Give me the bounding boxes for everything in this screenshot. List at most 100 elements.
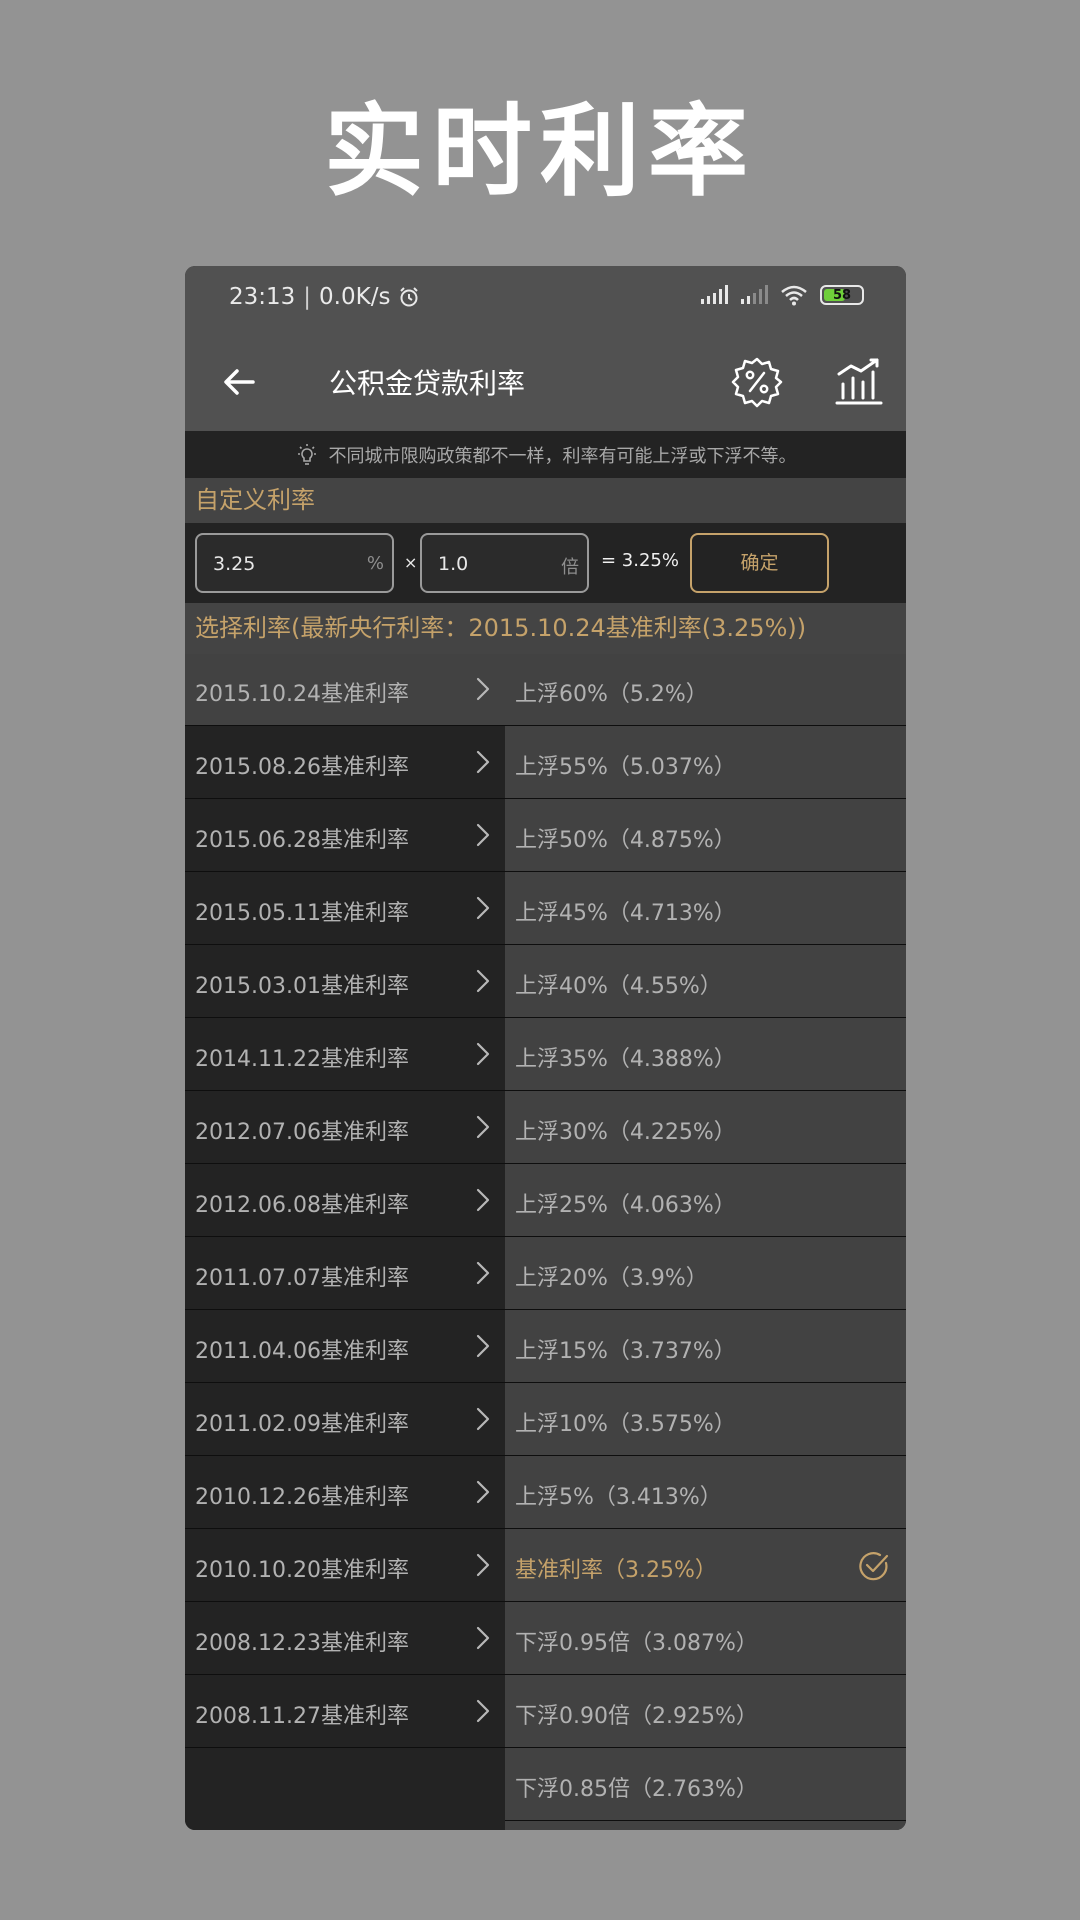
rate-option-label: 下浮0.90倍（2.925%）	[515, 1704, 758, 1729]
chevron-right-icon	[476, 1553, 490, 1577]
rate-option-label: 上浮15%（3.737%）	[515, 1339, 736, 1364]
rate-option-label: 上浮40%（4.55%）	[515, 974, 722, 999]
chevron-right-icon	[476, 823, 490, 847]
chevron-right-icon	[476, 1261, 490, 1285]
chevron-right-icon	[476, 1699, 490, 1723]
date-list-item[interactable]: 2015.10.24基准利率	[185, 654, 505, 726]
signal-icon	[701, 285, 728, 304]
date-label: 2011.02.09基准利率	[195, 1412, 409, 1437]
option-list: 上浮60%（5.2%） 上浮55%（5.037%） 上浮50%（4.875%） 上浮4…	[505, 654, 906, 1830]
tip-bar: 不同城市限购政策都不一样，利率有可能上浮或下浮不等。	[185, 431, 906, 478]
rate-option-item[interactable]: 上浮10%（3.575%）	[505, 1384, 906, 1456]
rate-option-label: 上浮35%（4.388%）	[515, 1047, 736, 1072]
date-list-item[interactable]: 2010.10.20基准利率	[185, 1530, 505, 1602]
rate-option-item[interactable]: 上浮55%（5.037%）	[505, 727, 906, 799]
rate-option-item[interactable]: 上浮20%（3.9%）	[505, 1238, 906, 1310]
date-list-item[interactable]: 2011.04.06基准利率	[185, 1311, 505, 1383]
date-list-item[interactable]: 2008.12.23基准利率	[185, 1603, 505, 1675]
date-label: 2012.06.08基准利率	[195, 1193, 409, 1218]
rate-option-label: 上浮45%（4.713%）	[515, 901, 736, 926]
page-title: 公积金贷款利率	[329, 367, 526, 400]
date-list-item[interactable]: 2011.02.09基准利率	[185, 1384, 505, 1456]
date-list-item[interactable]: 2015.05.11基准利率	[185, 873, 505, 945]
rate-option-item[interactable]: 下浮0.80倍（2.6%）	[505, 1822, 906, 1830]
rate-option-item[interactable]: 上浮25%（4.063%）	[505, 1165, 906, 1237]
rate-option-item[interactable]: 上浮50%（4.875%）	[505, 800, 906, 872]
rate-option-label: 上浮10%（3.575%）	[515, 1412, 736, 1437]
alarm-icon	[400, 287, 419, 307]
rate-option-item[interactable]: 上浮35%（4.388%）	[505, 1019, 906, 1091]
date-list: 2015.10.24基准利率 2015.08.26基准利率 2015.06.28基准…	[185, 654, 505, 1830]
date-list-item[interactable]: 2012.06.08基准利率	[185, 1165, 505, 1237]
rate-input[interactable]: 3.25 %	[195, 533, 394, 593]
lightbulb-icon	[297, 443, 316, 465]
check-circle-icon	[859, 1552, 889, 1581]
rate-option-label: 上浮20%（3.9%）	[515, 1266, 708, 1291]
back-arrow-icon[interactable]	[217, 360, 261, 404]
date-label: 2011.04.06基准利率	[195, 1339, 409, 1364]
percent-gear-icon[interactable]	[731, 356, 783, 408]
bar-chart-trend-icon[interactable]	[833, 356, 885, 408]
status-bar: 23:13 | 0.0K/s 58	[185, 266, 906, 332]
battery-level: 58	[832, 287, 852, 303]
date-list-item[interactable]: 2015.06.28基准利率	[185, 800, 505, 872]
rate-option-item[interactable]: 下浮0.85倍（2.763%）	[505, 1749, 906, 1821]
date-list-item[interactable]: 2010.12.26基准利率	[185, 1457, 505, 1529]
rate-option-item[interactable]: 上浮40%（4.55%）	[505, 946, 906, 1018]
confirm-button[interactable]: 确定	[690, 533, 829, 593]
date-list-item[interactable]: 2015.08.26基准利率	[185, 727, 505, 799]
date-list-item[interactable]: 2012.07.06基准利率	[185, 1092, 505, 1164]
rate-option-label: 上浮5%（3.413%）	[515, 1485, 722, 1510]
date-label: 2012.07.06基准利率	[195, 1120, 409, 1145]
multiplier-input[interactable]: 1.0 倍	[420, 533, 589, 593]
rate-result: = 3.25%	[601, 550, 679, 571]
date-label: 2015.05.11基准利率	[195, 901, 409, 926]
rate-option-label: 上浮30%（4.225%）	[515, 1120, 736, 1145]
date-label: 2015.10.24基准利率	[195, 682, 409, 707]
date-list-item[interactable]: 2008.11.27基准利率	[185, 1676, 505, 1748]
rate-option-label: 上浮50%（4.875%）	[515, 828, 736, 853]
status-separator: |	[303, 284, 312, 310]
rate-option-label: 上浮60%（5.2%）	[515, 682, 708, 707]
date-label: 2010.10.20基准利率	[195, 1558, 409, 1583]
tip-text: 不同城市限购政策都不一样，利率有可能上浮或下浮不等。	[328, 445, 797, 467]
chevron-right-icon	[476, 750, 490, 774]
rate-option-item[interactable]: 上浮60%（5.2%）	[505, 654, 906, 726]
status-speed: 0.0K/s	[319, 284, 391, 310]
rate-option-label: 基准利率（3.25%）	[515, 1558, 717, 1583]
phone-screen: 23:13 | 0.0K/s 58 公积金贷款利率 不同城市限购政策都不一样，利…	[185, 266, 906, 1830]
multiplier-input-value: 1.0	[438, 553, 469, 575]
chevron-right-icon	[476, 1042, 490, 1066]
rate-option-item[interactable]: 上浮30%（4.225%）	[505, 1092, 906, 1164]
chevron-right-icon	[476, 896, 490, 920]
chevron-right-icon	[476, 677, 490, 701]
multiplier-unit: 倍	[561, 557, 579, 578]
date-label: 2008.12.23基准利率	[195, 1631, 409, 1656]
chevron-right-icon	[476, 1115, 490, 1139]
date-label: 2008.11.27基准利率	[195, 1704, 409, 1729]
rate-list: 2015.10.24基准利率 2015.08.26基准利率 2015.06.28基准…	[185, 654, 906, 1830]
rate-unit: %	[366, 553, 384, 574]
date-label: 2014.11.22基准利率	[195, 1047, 409, 1072]
rate-option-item[interactable]: 上浮45%（4.713%）	[505, 873, 906, 945]
signal-weak-icon	[741, 285, 768, 304]
battery-icon: 58	[820, 285, 864, 305]
rate-option-item[interactable]: 基准利率（3.25%）	[505, 1530, 906, 1602]
rate-option-item[interactable]: 上浮15%（3.737%）	[505, 1311, 906, 1383]
promo-title: 实时利率	[324, 93, 756, 210]
chevron-right-icon	[476, 1188, 490, 1212]
rate-option-item[interactable]: 下浮0.95倍（3.087%）	[505, 1603, 906, 1675]
app-bar: 公积金贷款利率	[185, 332, 906, 431]
chevron-right-icon	[476, 1626, 490, 1650]
date-label: 2015.06.28基准利率	[195, 828, 409, 853]
rate-option-item[interactable]: 上浮5%（3.413%）	[505, 1457, 906, 1529]
chevron-right-icon	[476, 969, 490, 993]
date-label: 2015.08.26基准利率	[195, 755, 409, 780]
date-label: 2010.12.26基准利率	[195, 1485, 409, 1510]
date-list-item[interactable]: 2015.03.01基准利率	[185, 946, 505, 1018]
custom-rate-row: 3.25 % × 1.0 倍 = 3.25% 确定	[185, 523, 906, 603]
date-list-item[interactable]: 2014.11.22基准利率	[185, 1019, 505, 1091]
date-list-item[interactable]: 2011.07.07基准利率	[185, 1238, 505, 1310]
status-time: 23:13	[229, 284, 296, 310]
rate-option-item[interactable]: 下浮0.90倍（2.925%）	[505, 1676, 906, 1748]
